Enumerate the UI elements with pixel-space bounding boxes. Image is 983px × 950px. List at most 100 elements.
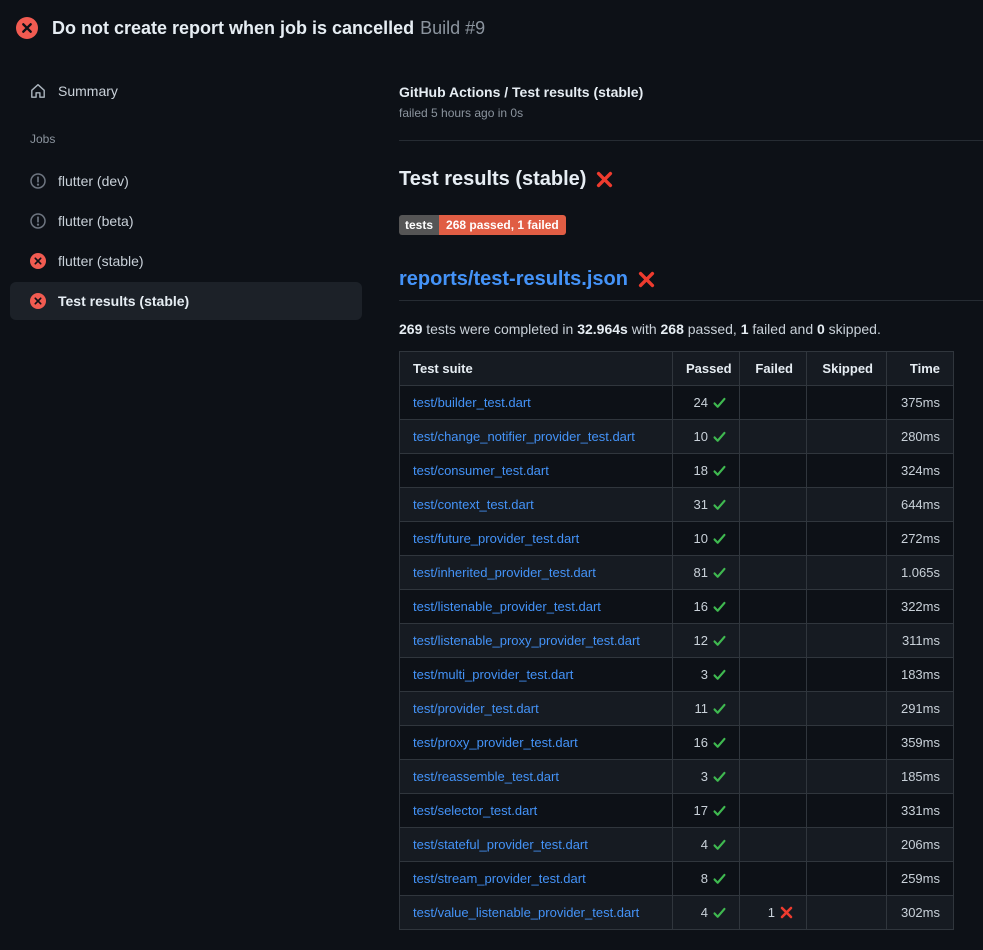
skipped-cell <box>807 522 887 556</box>
check-icon <box>713 804 726 817</box>
test-results-table: Test suite Passed Failed Skipped Time te… <box>399 351 954 930</box>
skipped-cell <box>807 590 887 624</box>
check-icon <box>713 668 726 681</box>
sidebar-item-flutter-dev[interactable]: flutter (dev) <box>10 162 362 200</box>
test-suite-link[interactable]: test/provider_test.dart <box>413 701 539 716</box>
test-suite-link[interactable]: test/future_provider_test.dart <box>413 531 579 546</box>
sidebar-item-flutter-beta[interactable]: flutter (beta) <box>10 202 362 240</box>
failed-cell <box>740 522 807 556</box>
run-status-line: failed 5 hours ago in 0s <box>399 106 983 120</box>
failed-cell <box>740 590 807 624</box>
table-row: test/listenable_provider_test.dart16322m… <box>400 590 954 624</box>
test-suite-cell: test/selector_test.dart <box>400 794 673 828</box>
test-suite-link[interactable]: test/selector_test.dart <box>413 803 537 818</box>
test-suite-link[interactable]: test/consumer_test.dart <box>413 463 549 478</box>
report-file-link[interactable]: reports/test-results.json <box>399 268 628 291</box>
divider <box>399 300 983 301</box>
test-suite-cell: test/context_test.dart <box>400 488 673 522</box>
test-suite-link[interactable]: test/context_test.dart <box>413 497 534 512</box>
passed-count: 3 <box>701 667 708 682</box>
passed-cell: 8 <box>673 862 740 896</box>
skipped-cell <box>807 420 887 454</box>
test-table-body: test/builder_test.dart 24 375ms test/change… <box>400 386 954 930</box>
sidebar-item-label: flutter (stable) <box>58 253 144 269</box>
skipped-cell <box>807 828 887 862</box>
test-suite-link[interactable]: test/inherited_provider_test.dart <box>413 565 596 580</box>
x-icon <box>780 906 793 919</box>
test-suite-cell: test/proxy_provider_test.dart <box>400 726 673 760</box>
check-icon <box>713 872 726 885</box>
column-header-skipped: Skipped <box>807 352 887 386</box>
table-row: test/inherited_provider_test.dart811.065… <box>400 556 954 590</box>
table-row: test/context_test.dart31644ms <box>400 488 954 522</box>
check-icon <box>713 532 726 545</box>
test-suite-cell: test/reassemble_test.dart <box>400 760 673 794</box>
summary-failed: 1 <box>741 321 749 337</box>
skipped-cell <box>807 760 887 794</box>
x-failure-icon <box>638 271 655 288</box>
passed-cell: 31 <box>673 488 740 522</box>
skipped-cell <box>807 726 887 760</box>
time-cell: 375ms <box>887 386 954 420</box>
summary-total: 269 <box>399 321 422 337</box>
main-content: GitHub Actions / Test results (stable) f… <box>362 52 983 930</box>
test-suite-cell: test/provider_test.dart <box>400 692 673 726</box>
check-icon <box>713 736 726 749</box>
passed-count: 4 <box>701 905 708 920</box>
passed-cell: 10 <box>673 522 740 556</box>
run-header: Do not create report when job is cancell… <box>0 0 983 52</box>
test-suite-link[interactable]: test/stateful_provider_test.dart <box>413 837 588 852</box>
test-suite-cell: test/stream_provider_test.dart <box>400 862 673 896</box>
skipped-cell <box>807 794 887 828</box>
test-suite-link[interactable]: test/change_notifier_provider_test.dart <box>413 429 635 444</box>
sidebar-item-test-results-stable[interactable]: Test results (stable) <box>10 282 362 320</box>
table-row: test/listenable_proxy_provider_test.dart… <box>400 624 954 658</box>
report-file-title: reports/test-results.json <box>399 268 983 291</box>
sidebar-item-label: Summary <box>58 83 118 99</box>
passed-count: 17 <box>694 803 708 818</box>
test-suite-link[interactable]: test/reassemble_test.dart <box>413 769 559 784</box>
test-suite-link[interactable]: test/listenable_proxy_provider_test.dart <box>413 633 640 648</box>
passed-cell: 10 <box>673 420 740 454</box>
test-suite-link[interactable]: test/builder_test.dart <box>413 395 531 410</box>
time-cell: 311ms <box>887 624 954 658</box>
summary-skipped: 0 <box>817 321 825 337</box>
test-suite-link[interactable]: test/stream_provider_test.dart <box>413 871 586 886</box>
sidebar-item-label: flutter (dev) <box>58 173 129 189</box>
skipped-cell <box>807 454 887 488</box>
passed-cell: 81 <box>673 556 740 590</box>
skipped-cell <box>807 896 887 930</box>
table-row: test/provider_test.dart11291ms <box>400 692 954 726</box>
failed-cell <box>740 454 807 488</box>
sidebar: Summary Jobs flutter (dev) flutter (beta… <box>10 52 362 322</box>
table-row: test/selector_test.dart17331ms <box>400 794 954 828</box>
check-icon <box>713 566 726 579</box>
passed-count: 24 <box>694 395 708 410</box>
summary-text: tests were completed in <box>422 321 577 337</box>
sidebar-item-summary[interactable]: Summary <box>10 76 362 106</box>
failed-cell <box>740 420 807 454</box>
passed-count: 3 <box>701 769 708 784</box>
table-row: test/consumer_test.dart18324ms <box>400 454 954 488</box>
test-suite-link[interactable]: test/multi_provider_test.dart <box>413 667 573 682</box>
sidebar-item-flutter-stable[interactable]: flutter (stable) <box>10 242 362 280</box>
passed-cell: 16 <box>673 590 740 624</box>
failed-cell <box>740 760 807 794</box>
column-header-passed: Passed <box>673 352 740 386</box>
check-icon <box>713 430 726 443</box>
passed-cell: 12 <box>673 624 740 658</box>
time-cell: 359ms <box>887 726 954 760</box>
check-icon <box>713 906 726 919</box>
skipped-cell <box>807 386 887 420</box>
passed-cell: 11 <box>673 692 740 726</box>
test-suite-link[interactable]: test/proxy_provider_test.dart <box>413 735 578 750</box>
test-suite-link[interactable]: test/value_listenable_provider_test.dart <box>413 905 639 920</box>
table-row: test/reassemble_test.dart3185ms <box>400 760 954 794</box>
skipped-cell <box>807 658 887 692</box>
tests-status-badge: tests 268 passed, 1 failed <box>399 215 566 235</box>
passed-cell: 4 <box>673 896 740 930</box>
x-failure-icon <box>596 171 613 188</box>
build-number: Build #9 <box>420 18 485 38</box>
test-suite-link[interactable]: test/listenable_provider_test.dart <box>413 599 601 614</box>
passed-count: 18 <box>694 463 708 478</box>
